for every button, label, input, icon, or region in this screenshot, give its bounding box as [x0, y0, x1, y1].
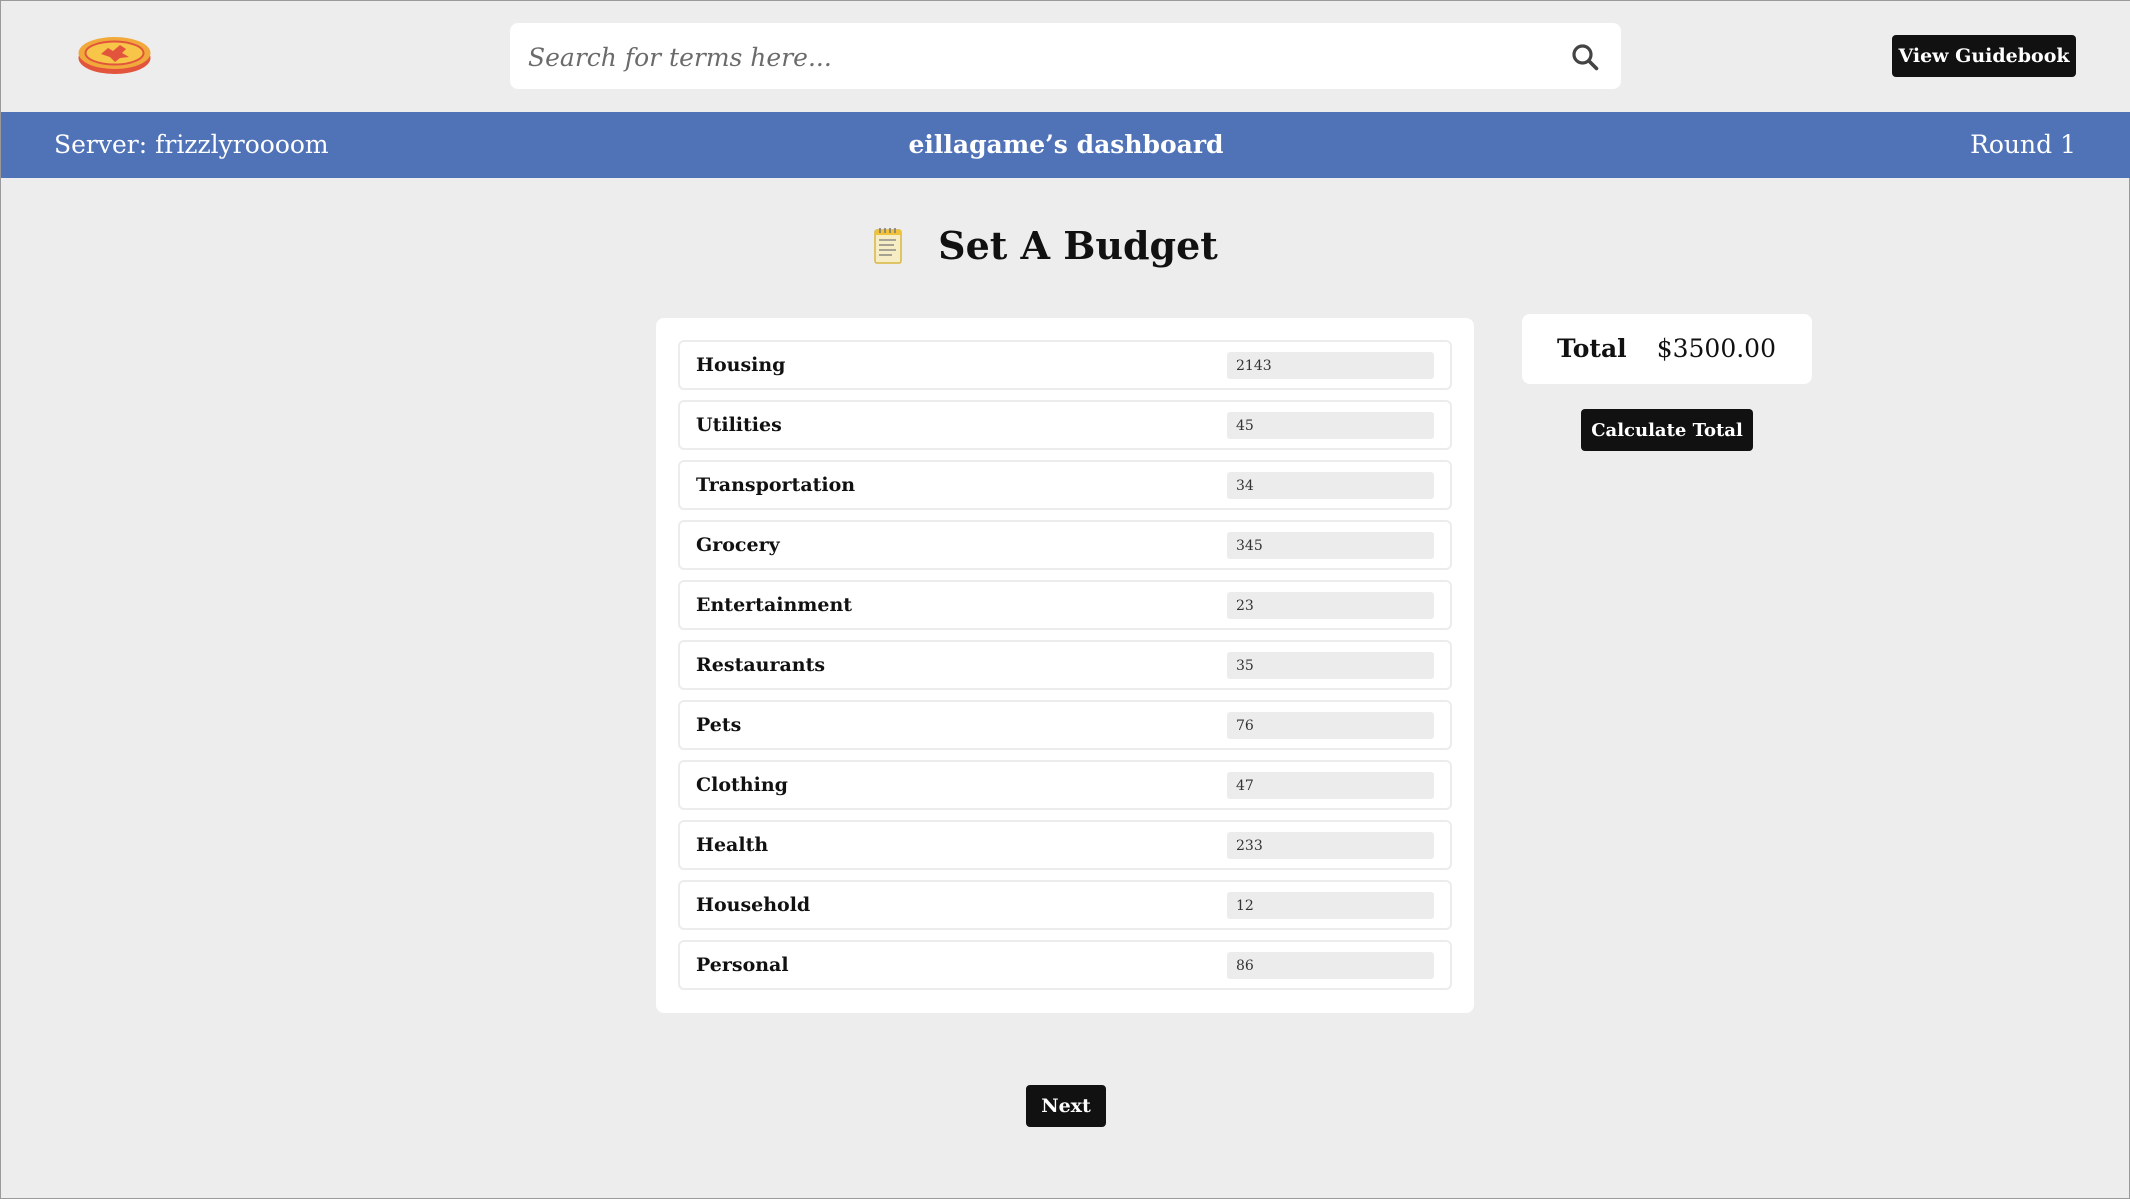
transportation-amount-input[interactable]: [1227, 472, 1434, 499]
search-bar: [510, 23, 1621, 91]
budget-row-personal: Personal: [678, 940, 1452, 990]
budget-label: Health: [696, 834, 769, 856]
round-indicator: Round 1: [1970, 130, 2076, 159]
budget-label: Utilities: [696, 414, 782, 436]
clothing-amount-input[interactable]: [1227, 772, 1434, 799]
housing-amount-input[interactable]: [1227, 352, 1434, 379]
pets-amount-input[interactable]: [1227, 712, 1434, 739]
server-name: Server: frizzlyroooom: [54, 130, 329, 159]
notepad-icon: [874, 228, 902, 264]
entertainment-amount-input[interactable]: [1227, 592, 1434, 619]
total-value: $3500.00: [1656, 334, 1776, 363]
page-header: Set A Budget: [1, 215, 2130, 275]
budget-form: Housing Utilities Transportation Grocery…: [656, 318, 1474, 1013]
budget-row-grocery: Grocery: [678, 520, 1452, 570]
budget-row-utilities: Utilities: [678, 400, 1452, 450]
budget-label: Transportation: [696, 474, 856, 496]
budget-label: Grocery: [696, 534, 780, 556]
budget-label: Clothing: [696, 774, 788, 796]
health-amount-input[interactable]: [1227, 832, 1434, 859]
budget-label: Household: [696, 894, 811, 916]
total-label: Total: [1557, 334, 1627, 363]
budget-label: Pets: [696, 714, 742, 736]
budget-row-restaurants: Restaurants: [678, 640, 1452, 690]
household-amount-input[interactable]: [1227, 892, 1434, 919]
budget-row-clothing: Clothing: [678, 760, 1452, 810]
search-icon[interactable]: [1571, 43, 1599, 71]
restaurants-amount-input[interactable]: [1227, 652, 1434, 679]
status-bar: eillagame’s dashboard Server: frizzlyroo…: [1, 112, 2130, 178]
utilities-amount-input[interactable]: [1227, 412, 1434, 439]
budget-row-health: Health: [678, 820, 1452, 870]
view-guidebook-button[interactable]: View Guidebook: [1892, 35, 2076, 77]
budget-label: Restaurants: [696, 654, 826, 676]
budget-row-household: Household: [678, 880, 1452, 930]
budget-row-housing: Housing: [678, 340, 1452, 390]
coin-logo-icon[interactable]: [77, 35, 152, 75]
total-panel: Total $3500.00: [1522, 314, 1812, 384]
budget-label: Personal: [696, 954, 789, 976]
grocery-amount-input[interactable]: [1227, 532, 1434, 559]
budget-label: Entertainment: [696, 594, 853, 616]
personal-amount-input[interactable]: [1227, 952, 1434, 979]
search-input[interactable]: [526, 23, 1530, 91]
budget-row-entertainment: Entertainment: [678, 580, 1452, 630]
budget-row-transportation: Transportation: [678, 460, 1452, 510]
top-bar: View Guidebook: [1, 1, 2130, 112]
budget-label: Housing: [696, 354, 786, 376]
budget-row-pets: Pets: [678, 700, 1452, 750]
next-button[interactable]: Next: [1026, 1085, 1106, 1127]
page-title: Set A Budget: [938, 222, 1218, 268]
calculate-total-button[interactable]: Calculate Total: [1581, 409, 1753, 451]
